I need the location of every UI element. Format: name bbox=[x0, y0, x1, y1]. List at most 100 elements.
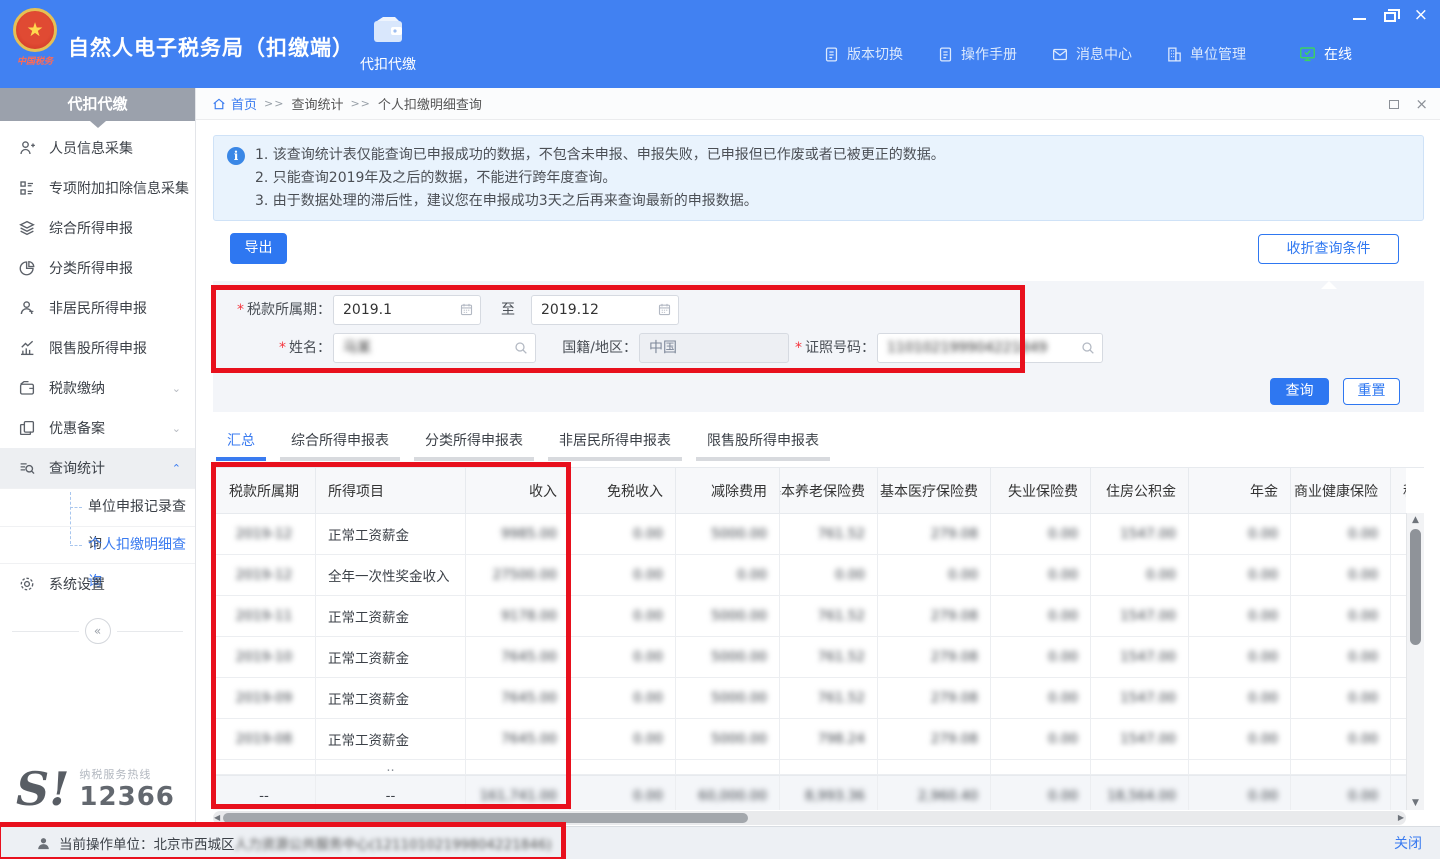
amount-cell: 0.00 bbox=[570, 555, 676, 595]
search-icon[interactable] bbox=[513, 340, 529, 356]
table-grid: 税款所属期所得项目收入免税收入减除费用基本养老保险费基本医疗保险费失业保险费住房… bbox=[213, 468, 1406, 810]
reset-button[interactable]: 重置 bbox=[1343, 378, 1400, 405]
sidebar-subitem[interactable]: 单位申报记录查询 bbox=[0, 488, 195, 526]
panel-close-icon[interactable]: × bbox=[1415, 97, 1428, 111]
wallet-icon bbox=[18, 379, 36, 397]
period-to-input[interactable]: 2019.12 bbox=[531, 295, 679, 325]
breadcrumb-item[interactable]: 查询统计 bbox=[291, 94, 343, 113]
panel-maximize-icon[interactable] bbox=[1389, 100, 1399, 109]
horizontal-scroll-thumb[interactable] bbox=[223, 813, 748, 823]
sidebar-item-settings[interactable]: 系统设置 bbox=[0, 564, 195, 604]
tab-4[interactable]: 限售股所得申报表 bbox=[696, 430, 830, 461]
search-icon[interactable] bbox=[1080, 340, 1096, 356]
clipped-cell bbox=[1391, 760, 1406, 775]
sidebar-item-label: 人员信息采集 bbox=[49, 138, 133, 158]
sidebar-item[interactable]: 税款缴纳⌄ bbox=[0, 368, 195, 408]
close-page-link[interactable]: 关闭 bbox=[1394, 833, 1422, 853]
export-button[interactable]: 导出 bbox=[230, 233, 287, 264]
minimize-icon[interactable] bbox=[1353, 18, 1366, 20]
tab-1[interactable]: 综合所得申报表 bbox=[280, 430, 400, 461]
user-icon bbox=[36, 836, 51, 851]
topnav-item[interactable]: 消息中心 bbox=[1051, 44, 1132, 64]
scroll-right-icon[interactable]: ▶ bbox=[1398, 813, 1404, 823]
table-row[interactable]: 2019-09正常工资薪金7645.000.005000.00761.52279… bbox=[213, 678, 1406, 719]
title-bar: ★ 中国税务 自然人电子税务局（扣缴端） 代扣代缴 版本切换操作手册消息中心单位… bbox=[0, 0, 1440, 88]
column-header: 商业健康保险 bbox=[1291, 468, 1391, 513]
amount-cell: 5000.00 bbox=[676, 678, 780, 718]
sidebar-item[interactable]: 优惠备案⌄ bbox=[0, 408, 195, 448]
sidebar-item[interactable]: 非居民所得申报 bbox=[0, 288, 195, 328]
amount-cell: 0.00 bbox=[1291, 514, 1391, 554]
panel-controls: × bbox=[1389, 97, 1428, 111]
operating-unit-blurred: 人力资源公共服务中心(12110102199804221846) bbox=[235, 833, 552, 853]
tab-3[interactable]: 非居民所得申报表 bbox=[548, 430, 682, 461]
monitor-check-icon bbox=[1298, 45, 1317, 63]
horizontal-scrollbar[interactable]: ◀ ▶ bbox=[213, 811, 1406, 825]
restore-icon[interactable] bbox=[1384, 12, 1396, 22]
collapse-conditions-button[interactable]: 收折查询条件 bbox=[1258, 234, 1399, 264]
close-icon[interactable]: × bbox=[1414, 7, 1428, 23]
table-row[interactable]: 2019-10正常工资薪金7645.000.005000.00761.52279… bbox=[213, 637, 1406, 678]
sidebar-collapse-button[interactable]: « bbox=[85, 618, 111, 644]
amount-cell bbox=[1391, 555, 1406, 595]
breadcrumb-home[interactable]: 首页 bbox=[212, 94, 257, 113]
sidebar-item[interactable]: 限售股所得申报 bbox=[0, 328, 195, 368]
table-row[interactable]: 2019-11正常工资薪金9178.000.005000.00761.52279… bbox=[213, 596, 1406, 637]
table-row[interactable]: 2019-12全年一次性奖金收入27500.000.000.000.000.00… bbox=[213, 555, 1406, 596]
sidebar-item[interactable]: 分类所得申报 bbox=[0, 248, 195, 288]
sidebar-item[interactable]: 人员信息采集 bbox=[0, 128, 195, 168]
name-input[interactable]: 马某 bbox=[333, 333, 536, 363]
amount-cell: 761.52 bbox=[780, 596, 878, 636]
topnav-label: 版本切换 bbox=[847, 44, 903, 64]
period-from-input[interactable]: 2019.1 bbox=[333, 295, 481, 325]
calendar-icon[interactable] bbox=[657, 302, 672, 317]
query-button[interactable]: 查询 bbox=[1270, 378, 1329, 405]
main-content: i 1. 该查询统计表仅能查询已申报成功的数据，不包含未申报、申报失败，已申报但… bbox=[196, 120, 1440, 826]
notice-line: 1. 该查询统计表仅能查询已申报成功的数据，不包含未申报、申报失败，已申报但已作… bbox=[255, 144, 1409, 167]
period-cell: 2019-11 bbox=[213, 596, 316, 636]
column-header: 基本医疗保险费 bbox=[878, 468, 991, 513]
calendar-icon[interactable] bbox=[459, 302, 474, 317]
sidebar: 代扣代缴 人员信息采集专项附加扣除信息采集综合所得申报分类所得申报非居民所得申报… bbox=[0, 88, 196, 826]
window-controls: × bbox=[1353, 7, 1428, 23]
amount-cell: 1547.00 bbox=[1091, 637, 1189, 677]
amount-cell: 1547.00 bbox=[1091, 514, 1189, 554]
scroll-down-icon[interactable]: ▼ bbox=[1407, 796, 1424, 810]
column-header: 年金 bbox=[1189, 468, 1291, 513]
table-row[interactable]: 2019-12正常工资薪金9985.000.005000.00761.52279… bbox=[213, 514, 1406, 555]
wallet-card-icon bbox=[371, 15, 405, 45]
topnav-item[interactable]: 单位管理 bbox=[1166, 44, 1246, 64]
amount-cell: 0.00 bbox=[570, 678, 676, 718]
cert-input[interactable]: 110102199904221849 bbox=[877, 333, 1103, 363]
scroll-up-icon[interactable]: ▲ bbox=[1407, 513, 1424, 527]
amount-cell bbox=[1391, 596, 1406, 636]
amount-cell: 0.00 bbox=[1291, 637, 1391, 677]
nationality-label: 国籍/地区： bbox=[543, 333, 637, 363]
vertical-scrollbar[interactable]: ▲ ▼ bbox=[1406, 513, 1424, 810]
topnav-item[interactable]: 在线 bbox=[1298, 44, 1352, 64]
sidebar-item[interactable]: 综合所得申报 bbox=[0, 208, 195, 248]
doc-icon bbox=[937, 46, 954, 63]
sidebar-item-label: 专项附加扣除信息采集 bbox=[49, 178, 189, 198]
name-label: *姓名： bbox=[249, 333, 331, 363]
amount-cell: 0.00 bbox=[1189, 514, 1291, 554]
sidebar-item[interactable]: 查询统计⌃ bbox=[0, 448, 195, 488]
period-cell: 2019-09 bbox=[213, 678, 316, 718]
vertical-scroll-thumb[interactable] bbox=[1410, 529, 1421, 645]
sidebar-item[interactable]: 专项附加扣除信息采集 bbox=[0, 168, 195, 208]
sidebar-collapse-row: « bbox=[12, 618, 183, 644]
app-title: 自然人电子税务局（扣缴端） bbox=[68, 32, 354, 62]
module-tab-withholding[interactable]: 代扣代缴 bbox=[346, 15, 430, 74]
sidebar-subitem[interactable]: 个人扣缴明细查询 bbox=[0, 526, 195, 564]
topnav-item[interactable]: 操作手册 bbox=[937, 44, 1017, 64]
tab-2[interactable]: 分类所得申报表 bbox=[414, 430, 534, 461]
amount-cell: 761.52 bbox=[780, 678, 878, 718]
breadcrumb-separator: >> bbox=[350, 97, 370, 110]
amount-cell: 5000.00 bbox=[676, 637, 780, 677]
scroll-left-icon[interactable]: ◀ bbox=[214, 813, 220, 823]
tab-summary-active[interactable]: 汇总 bbox=[216, 430, 266, 461]
table-row[interactable]: 2019-08正常工资薪金7645.000.005000.00798.24279… bbox=[213, 719, 1406, 760]
sidebar-item-label: 限售股所得申报 bbox=[49, 338, 147, 358]
topnav-item[interactable]: 版本切换 bbox=[823, 44, 903, 64]
column-header: 税 bbox=[1391, 468, 1406, 513]
